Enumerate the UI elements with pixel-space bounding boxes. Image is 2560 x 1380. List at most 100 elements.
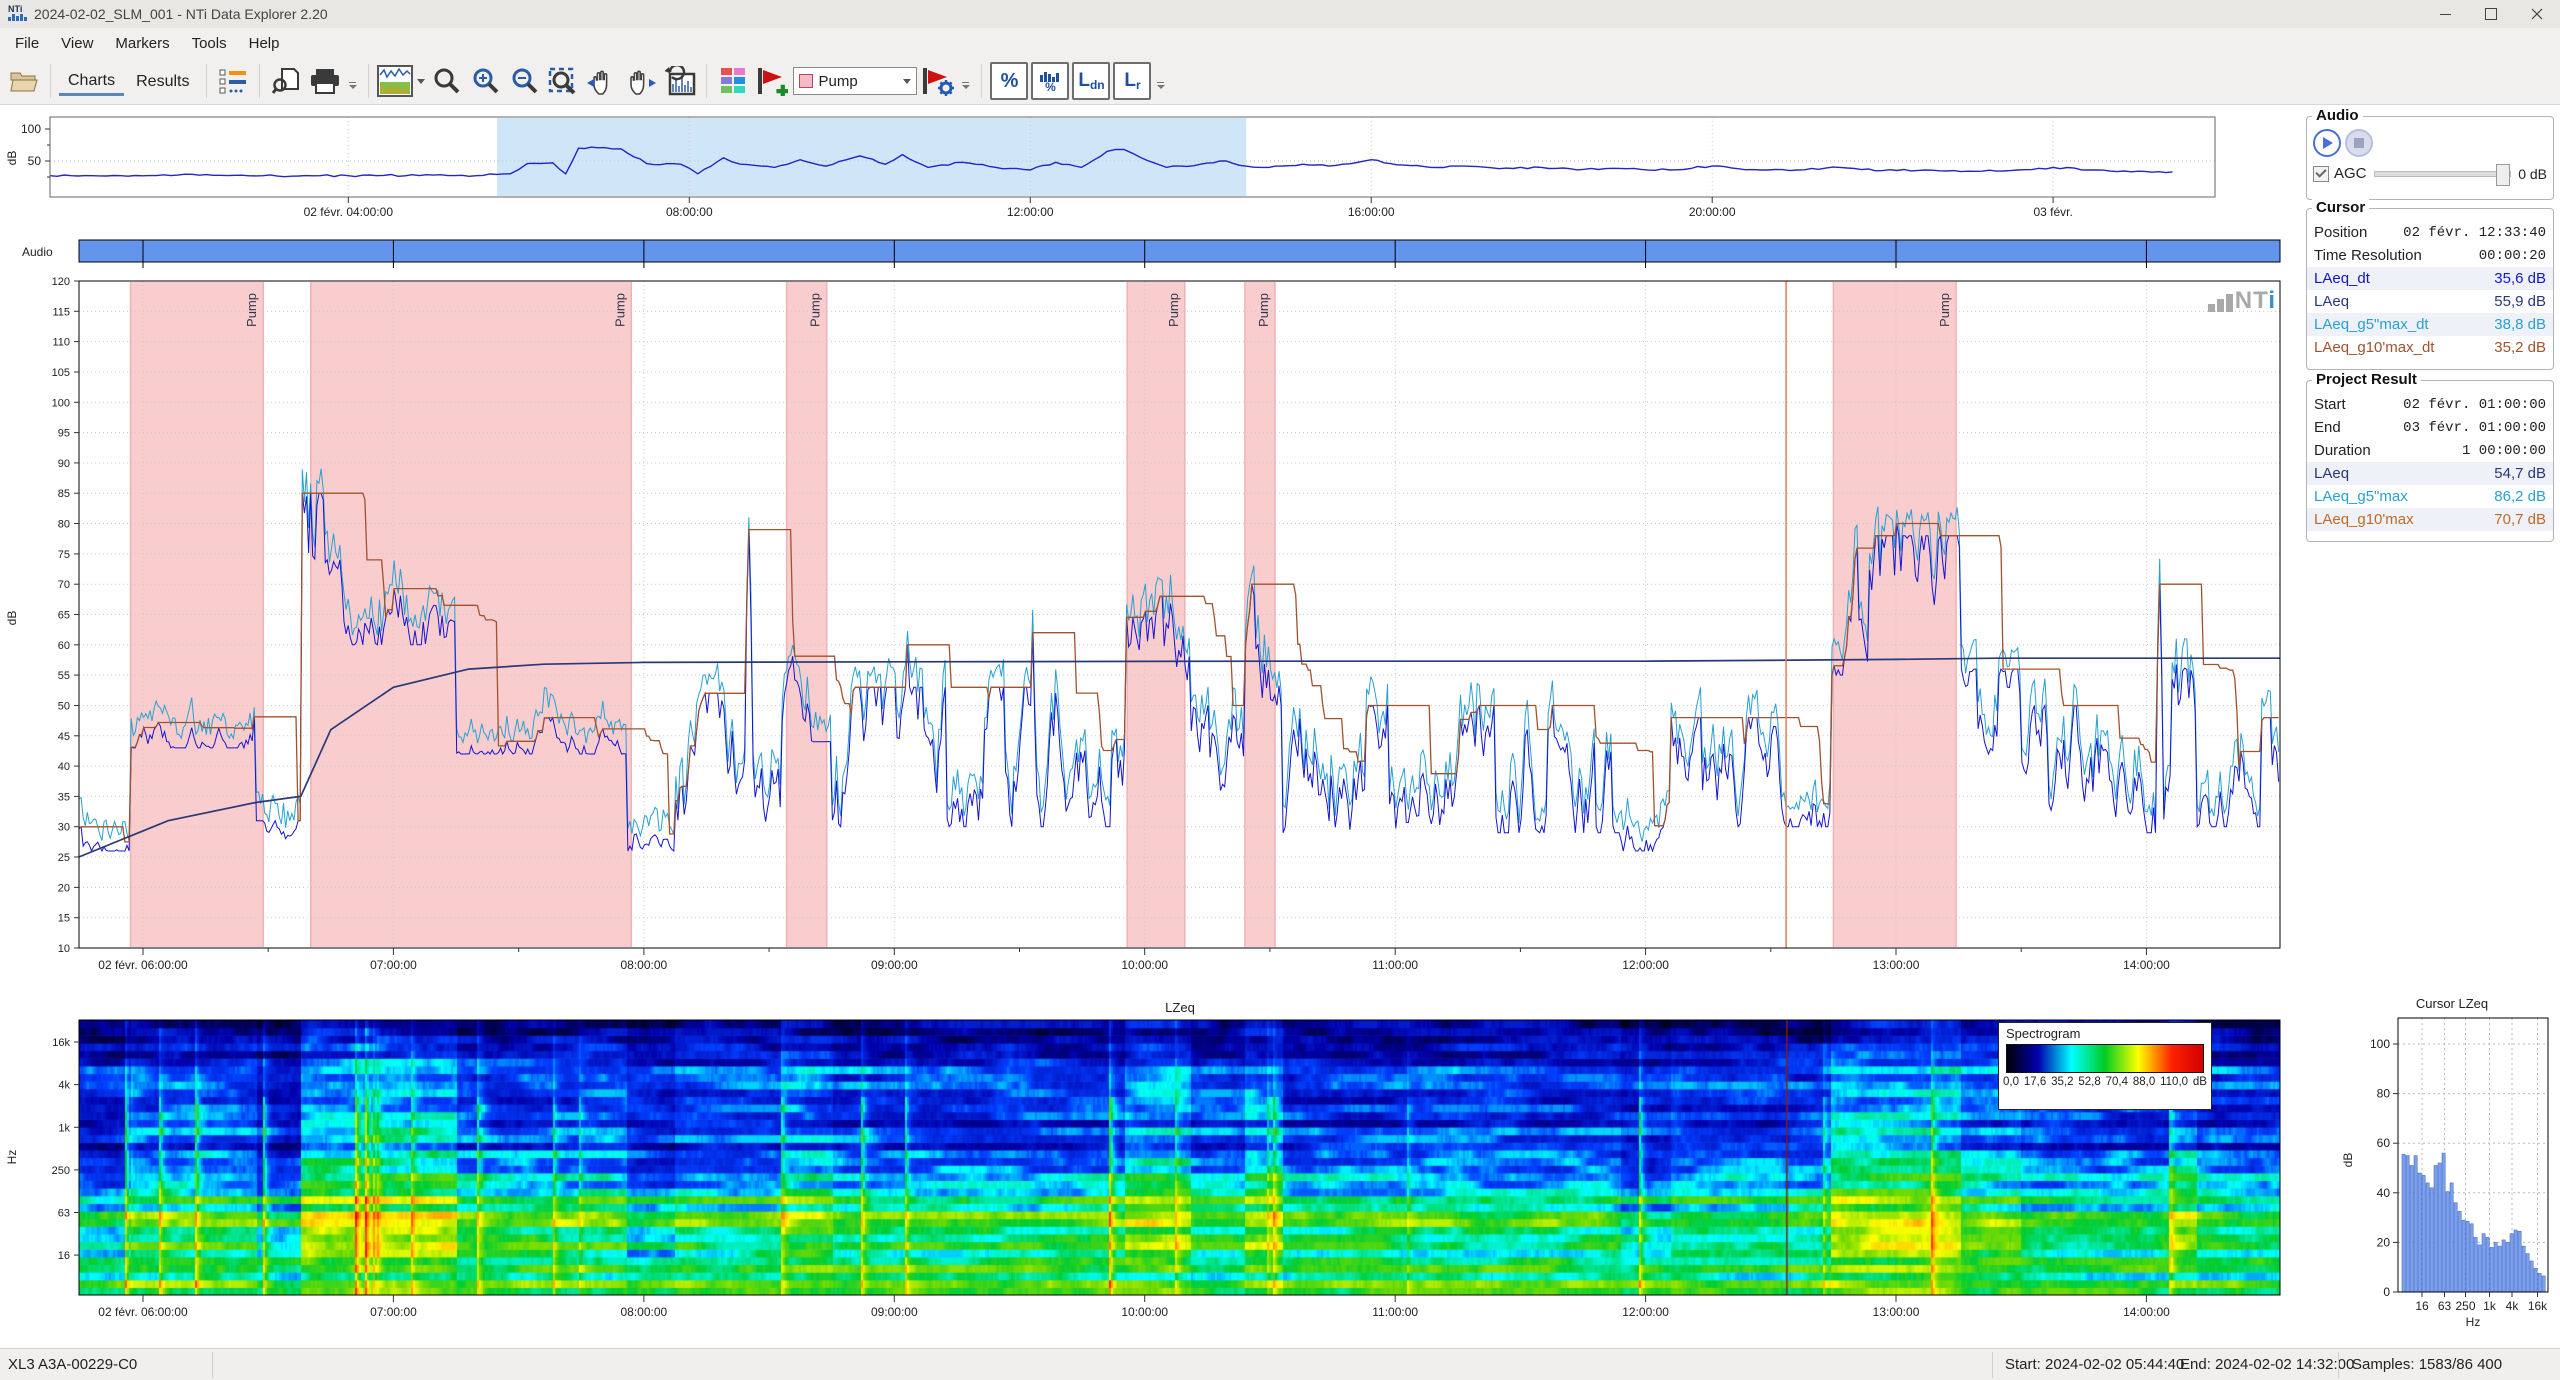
nti-logo-text: NTi <box>2235 290 2276 312</box>
lzeq-bar <box>2542 1276 2545 1292</box>
svg-text:80: 80 <box>2377 1087 2391 1101</box>
marker-band-label: Pump <box>244 293 259 327</box>
svg-text:02 févr. 06:00:00: 02 févr. 06:00:00 <box>98 958 188 972</box>
svg-text:70: 70 <box>58 579 70 591</box>
svg-text:250: 250 <box>2455 1299 2475 1313</box>
svg-text:63: 63 <box>58 1208 70 1220</box>
svg-text:Hz: Hz <box>2466 1315 2481 1329</box>
lzeq-bar <box>2450 1183 2453 1292</box>
lzeq-bar <box>2486 1237 2489 1292</box>
lzeq-bar <box>2482 1234 2485 1292</box>
lzeq-bar <box>2422 1175 2425 1292</box>
lzeq-bar <box>2446 1192 2449 1292</box>
lzeq-bar <box>2534 1268 2537 1292</box>
svg-text:35: 35 <box>58 791 70 803</box>
overview-chart[interactable]: 10050dB02 févr. 04:00:0008:00:0012:00:00… <box>5 117 2215 219</box>
lzeq-bar <box>2410 1166 2413 1293</box>
lzeq-bar <box>2426 1183 2429 1292</box>
svg-text:12:00:00: 12:00:00 <box>1622 1305 1669 1319</box>
svg-text:20: 20 <box>58 882 70 894</box>
svg-text:80: 80 <box>58 519 70 531</box>
marker-band-label: Pump <box>612 293 627 327</box>
svg-text:20:00:00: 20:00:00 <box>1689 205 1736 219</box>
svg-text:10: 10 <box>58 943 70 955</box>
lzeq-bar <box>2438 1163 2441 1292</box>
svg-text:09:00:00: 09:00:00 <box>871 958 918 972</box>
svg-text:100: 100 <box>21 122 41 136</box>
nti-logo: NTi <box>2180 284 2276 312</box>
lzeq-bar <box>2466 1221 2469 1292</box>
svg-text:11:00:00: 11:00:00 <box>1372 1305 1418 1319</box>
svg-text:14:00:00: 14:00:00 <box>2123 1305 2170 1319</box>
marker-band-label: Pump <box>1256 293 1271 327</box>
lzeq-bar <box>2506 1242 2509 1292</box>
marker-band-label: Pump <box>808 293 823 327</box>
lzeq-bar <box>2458 1211 2461 1292</box>
svg-text:1k: 1k <box>58 1122 70 1134</box>
svg-text:16:00:00: 16:00:00 <box>1348 205 1395 219</box>
svg-text:dB: dB <box>2341 1153 2355 1168</box>
spectrogram-legend-title: Spectrogram <box>2006 1026 2211 1041</box>
svg-text:50: 50 <box>58 700 70 712</box>
svg-text:12:00:00: 12:00:00 <box>1007 205 1054 219</box>
lzeq-bar <box>2442 1153 2445 1292</box>
svg-text:85: 85 <box>58 488 70 500</box>
svg-text:25: 25 <box>58 852 70 864</box>
lzeq-bar <box>2530 1261 2533 1292</box>
audio-track[interactable]: Audio <box>22 240 2280 268</box>
lzeq-bar <box>2434 1166 2437 1293</box>
lzeq-bar <box>2454 1203 2457 1292</box>
svg-text:02 févr. 06:00:00: 02 févr. 06:00:00 <box>98 1305 188 1319</box>
svg-text:105: 105 <box>52 367 70 379</box>
svg-text:120: 120 <box>52 276 70 288</box>
svg-text:75: 75 <box>58 549 70 561</box>
spectrogram-legend: Spectrogram 0,017,635,252,870,488,0110,0… <box>1998 1022 2212 1110</box>
svg-text:4k: 4k <box>58 1080 70 1092</box>
spectrogram-colorbar <box>2006 1044 2204 1073</box>
svg-text:95: 95 <box>58 428 70 440</box>
svg-text:90: 90 <box>58 458 70 470</box>
svg-text:10:00:00: 10:00:00 <box>1121 1305 1168 1319</box>
svg-text:55: 55 <box>58 670 70 682</box>
svg-text:13:00:00: 13:00:00 <box>1873 1305 1920 1319</box>
svg-text:60: 60 <box>2377 1136 2391 1150</box>
svg-text:03 févr.: 03 févr. <box>2033 205 2072 219</box>
lzeq-bar <box>2502 1240 2505 1292</box>
spectrogram-legend-labels: 0,017,635,252,870,488,0110,0dB <box>2003 1076 2207 1088</box>
app-window: NTi 2024-02-02_SLM_001 - NTi Data Explor… <box>0 0 2560 1380</box>
main-chart[interactable]: PumpPumpPumpPumpPumpPump1015202530354045… <box>5 276 2280 972</box>
lzeq-bar <box>2522 1246 2525 1292</box>
svg-text:63: 63 <box>2438 1299 2452 1313</box>
svg-text:10:00:00: 10:00:00 <box>1121 958 1168 972</box>
svg-text:09:00:00: 09:00:00 <box>871 1305 918 1319</box>
svg-text:16: 16 <box>2415 1299 2429 1313</box>
svg-text:65: 65 <box>58 610 70 622</box>
svg-text:12:00:00: 12:00:00 <box>1622 958 1669 972</box>
svg-text:16k: 16k <box>2528 1299 2548 1313</box>
svg-text:LZeq: LZeq <box>1165 1000 1195 1015</box>
lzeq-bar <box>2494 1242 2497 1292</box>
svg-text:14:00:00: 14:00:00 <box>2123 958 2170 972</box>
svg-text:11:00:00: 11:00:00 <box>1372 958 1418 972</box>
svg-text:08:00:00: 08:00:00 <box>621 1305 668 1319</box>
svg-text:20: 20 <box>2377 1235 2391 1249</box>
lzeq-bar <box>2474 1237 2477 1292</box>
svg-text:Hz: Hz <box>5 1150 19 1165</box>
svg-text:Cursor LZeq: Cursor LZeq <box>2416 996 2488 1011</box>
spectrogram-chart[interactable]: LZeq16k4k1k2506316Hz02 févr. 06:00:0007:… <box>5 1000 2280 1319</box>
lzeq-bar <box>2514 1230 2517 1292</box>
svg-text:100: 100 <box>52 397 70 409</box>
svg-text:110: 110 <box>52 337 70 349</box>
charts-layer[interactable]: 100 50 dB 02 févr. 04:00:00 08:00:00 12:00:00… <box>0 0 2560 1380</box>
lzeq-bar <box>2402 1154 2405 1292</box>
lzeq-bar <box>2498 1246 2501 1292</box>
svg-text:60: 60 <box>58 640 70 652</box>
svg-text:115: 115 <box>52 306 70 318</box>
svg-text:02 févr. 04:00:00: 02 févr. 04:00:00 <box>304 205 394 219</box>
svg-text:50: 50 <box>28 154 42 168</box>
cursor-lzeq-chart[interactable]: Cursor LZeq02040608010016632501k4k16kHzd… <box>2341 996 2548 1329</box>
lzeq-bar <box>2526 1254 2529 1292</box>
svg-text:45: 45 <box>58 731 70 743</box>
svg-text:40: 40 <box>58 761 70 773</box>
lzeq-bar <box>2470 1224 2473 1292</box>
